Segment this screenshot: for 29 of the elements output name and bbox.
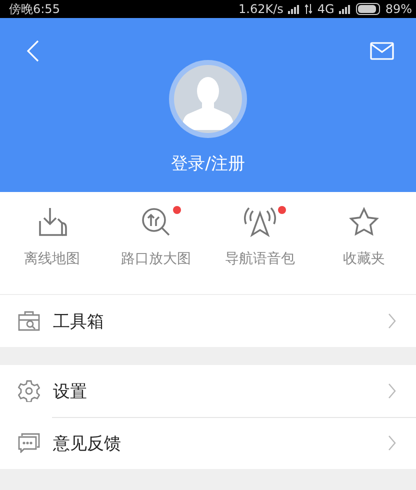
signal-icon <box>339 4 352 14</box>
toolbox-icon <box>18 311 40 331</box>
avatar-icon[interactable] <box>169 60 247 138</box>
shortcut-item[interactable]: 导航语音包 <box>208 192 312 294</box>
data-arrows-icon <box>305 4 312 14</box>
chevron-right-icon <box>388 383 396 399</box>
settings-icon <box>18 380 40 402</box>
magnifier-arrows-icon <box>141 207 171 237</box>
download-tray-icon <box>36 207 68 237</box>
status-time: 傍晚6:55 <box>9 0 60 18</box>
network-speed: 1.62K/s <box>238 2 284 16</box>
shortcut-item[interactable]: 收藏夹 <box>312 192 416 294</box>
back-icon[interactable] <box>27 40 39 62</box>
menu-row[interactable]: 意见反馈 <box>0 417 416 469</box>
message-icon <box>18 433 40 453</box>
menu-row[interactable]: 设置 <box>0 365 416 417</box>
network-type: 4G <box>317 2 334 16</box>
menu-row[interactable]: 工具箱 <box>0 295 416 347</box>
chevron-right-icon <box>388 313 396 329</box>
mail-icon[interactable] <box>370 42 394 60</box>
shortcut-item[interactable]: 路口放大图 <box>104 192 208 294</box>
shortcut-item[interactable]: 离线地图 <box>0 192 104 294</box>
battery-icon <box>356 3 380 15</box>
signal-tower-icon <box>244 207 276 237</box>
signal-icon <box>288 4 300 14</box>
star-icon <box>349 207 379 237</box>
battery-percent: 89% <box>385 2 412 16</box>
login-register-link[interactable]: 登录/注册 <box>171 152 245 175</box>
chevron-right-icon <box>388 435 396 451</box>
